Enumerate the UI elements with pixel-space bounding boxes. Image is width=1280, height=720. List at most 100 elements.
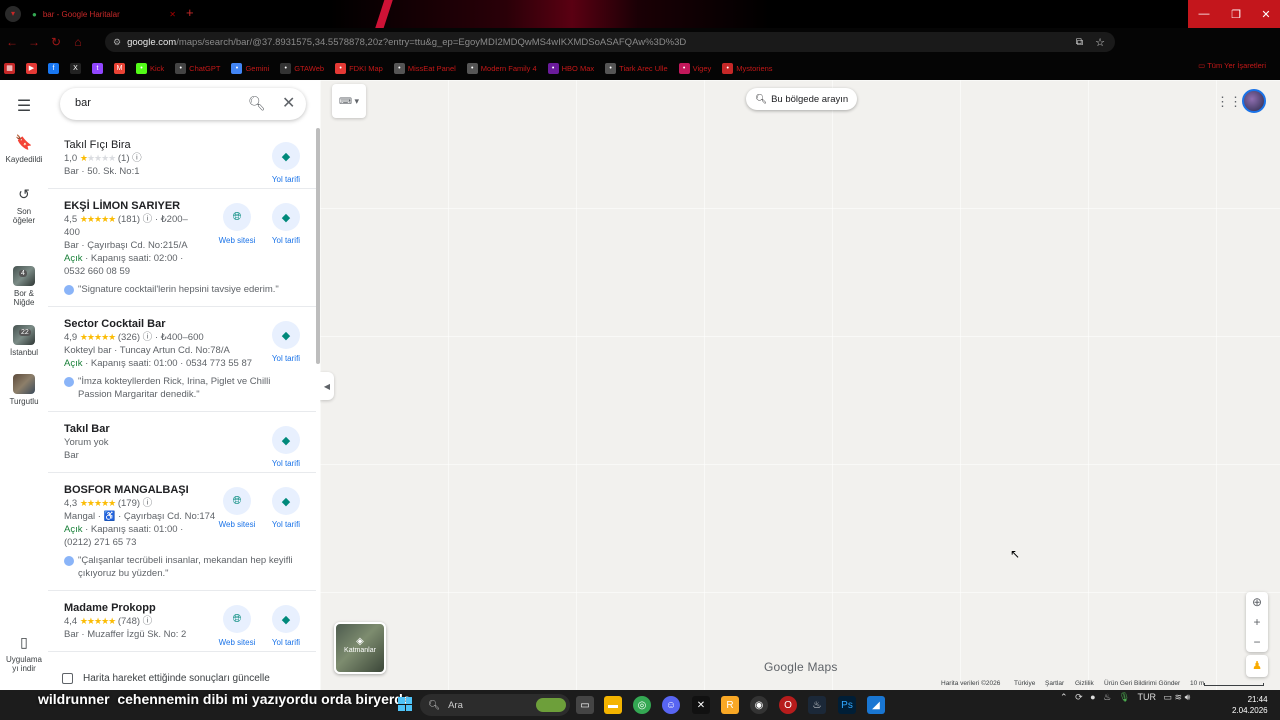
gmail-icon[interactable]: M [114,62,125,74]
bookmark-item[interactable]: • Vigey [678,62,711,74]
bookmark-item[interactable]: • Gemini [231,62,269,74]
photoshop-icon[interactable]: Ps [838,696,856,714]
tray-mic-icon[interactable]: 🎙︎ [1119,692,1130,702]
new-tab-button[interactable]: + [186,5,194,20]
website-button[interactable]: 🌐︎ Web sitesi [215,203,259,245]
terminal-icon[interactable]: ✕ [692,696,710,714]
facebook-icon[interactable]: f [48,62,59,74]
recent-button[interactable]: ↺ Son öğeler [0,186,48,225]
zoom-in-button[interactable]: + [1246,612,1268,632]
directions-button[interactable]: ◆ Yol tarifi [264,426,308,468]
result-item[interactable]: Sector Cocktail Bar 4,9 ★★★★★ (326) ⓘ · ₺… [48,307,316,412]
tray-steam-icon[interactable]: ♨ [1103,692,1111,702]
saved-button[interactable]: 🔖 Kaydedildi [0,134,48,164]
bookmark-item[interactable]: • FDKI Map [335,62,383,74]
discord-icon[interactable]: ☺ [662,696,680,714]
info-icon[interactable]: ⓘ [143,616,153,627]
recent-place-turgutlu[interactable]: Turgutlu [0,374,48,406]
steam-icon[interactable]: ♨ [808,696,826,714]
apps-grid-icon[interactable]: ▦ [4,62,15,74]
avatar[interactable] [1242,89,1266,113]
bookmark-star-icon[interactable]: ☆ [1095,36,1105,49]
directions-button[interactable]: ◆ Yol tarifi [264,605,308,647]
website-button[interactable]: 🌐︎ Web sitesi [215,487,259,529]
install-app-icon[interactable]: ⧉ [1076,37,1083,48]
recent-place-bor-nigde[interactable]: 4 Bor & Niğde [0,266,48,307]
result-item[interactable]: Madame Prokopp 4,4 ★★★★★ (748) ⓘ Bar · Muz… [48,591,316,652]
close-window-button[interactable]: ✕ [1252,0,1280,28]
result-item[interactable]: EKŞİ LİMON SARIYER 4,5 ★★★★★ (181) ⓘ · ₺2… [48,189,316,307]
twitch-icon[interactable]: t [92,62,103,74]
privacy-link[interactable]: Gizlilik [1075,680,1094,687]
app-icon-1[interactable]: ◉ [750,696,768,714]
info-icon[interactable]: ⓘ [132,153,142,164]
search-this-area-button[interactable]: 🔍︎ Bu bölgede arayın [746,88,858,110]
app-icon-2[interactable]: ◢ [867,696,885,714]
map-canvas[interactable]: ◀ ⌨ ▾ 🔍︎ Bu bölgede arayın ⋮⋮⋮ ◈ Katmanl… [320,80,1280,690]
opera-icon[interactable]: O [779,696,797,714]
taskbar-clock[interactable]: 21:44 2.04.2026 [1232,694,1268,716]
collapse-panel-button[interactable]: ◀ [320,372,334,400]
search-input[interactable]: bar [75,97,91,109]
tab-close-icon[interactable]: ✕ [169,10,176,19]
tray-chevron-icon[interactable]: ⌃ [1060,692,1068,702]
tray-app-icon[interactable]: ● [1090,692,1095,702]
bookmark-item[interactable]: • HBO Max [547,62,594,74]
maximize-button[interactable]: ❐ [1220,0,1252,28]
tab-search-icon[interactable]: ▾ [5,6,21,22]
feedback-link[interactable]: Ürün Geri Bildirimi Gönder [1104,680,1180,687]
info-icon[interactable]: ⓘ [143,332,153,343]
bookmark-item[interactable]: • Modern Family 4 [466,62,537,74]
directions-button[interactable]: ◆ Yol tarifi [264,203,308,245]
directions-button[interactable]: ◆ Yol tarifi [264,487,308,529]
tray-network-icon[interactable]: ⟳ [1075,692,1083,702]
info-icon[interactable]: ⓘ [143,498,153,509]
language-indicator[interactable]: TUR [1137,692,1156,702]
tray-volume-icon[interactable]: 🔊︎ [1185,692,1191,702]
tray-wifi-icon[interactable]: ≋ [1175,692,1183,702]
bookmark-item[interactable]: • Tiark Arec Ulle [605,62,668,74]
zoom-out-button[interactable]: − [1246,632,1268,652]
home-button[interactable]: ⌂ [68,32,88,52]
my-location-button[interactable]: ⊕ [1246,592,1268,612]
url-field[interactable]: ⚙ google.com/maps/search/bar/@37.8931575… [105,32,1115,52]
back-button[interactable]: ← [2,32,22,52]
file-explorer-icon[interactable]: ▬ [604,696,622,714]
task-view-icon[interactable]: ▭ [576,696,594,714]
website-button[interactable]: 🌐︎ Web sitesi [215,605,259,647]
search-icon[interactable]: 🔍︎ [248,95,266,112]
info-icon[interactable]: ⓘ [143,214,153,225]
reload-button[interactable]: ↻ [46,32,66,52]
result-item[interactable]: Takıl Bar Yorum yok Bar ◆ Yol tarifi [48,412,316,473]
update-results-option[interactable]: Harita hareket ettiğinde sonuçları günce… [48,666,320,690]
directions-button[interactable]: ◆ Yol tarifi [264,321,308,363]
close-icon[interactable]: ✕ [282,93,295,113]
layers-button[interactable]: ◈ Katmanlar [334,622,386,674]
forward-button[interactable]: → [24,32,44,52]
taskbar-search[interactable]: 🔍︎ Ara [420,694,570,716]
all-bookmarks-link[interactable]: ▭ Tüm Yer İşaretleri [1198,61,1266,70]
update-results-checkbox[interactable] [62,672,73,684]
street-view-pegman-icon[interactable]: ♟ [1246,655,1268,677]
directions-button[interactable]: ◆ Yol tarifi [264,142,308,184]
x-icon[interactable]: X [70,62,81,74]
search-box[interactable]: bar 🔍︎ ✕ [60,88,306,120]
get-app-button[interactable]: ▯ Uygulama yı indir [0,634,48,673]
bookmark-item[interactable]: • MissEat Panel [393,62,456,74]
region-link[interactable]: Türkiye [1014,680,1035,687]
recent-place-istanbul[interactable]: 22 İstanbul [0,325,48,357]
rockstar-icon[interactable]: R [721,696,739,714]
input-tools-button[interactable]: ⌨ ▾ [332,84,366,118]
windows-start-icon[interactable] [398,697,412,711]
terms-link[interactable]: Şartlar [1045,680,1064,687]
minimize-button[interactable]: — [1188,0,1220,28]
main-menu-button[interactable]: ☰ [0,96,48,120]
active-tab[interactable]: ● bar - Google Haritalar ✕ [22,2,182,26]
bookmark-item[interactable]: • GTAWeb [280,62,324,74]
bookmark-item[interactable]: • Kick [136,62,164,74]
site-info-icon[interactable]: ⚙ [113,37,121,48]
bookmark-item[interactable]: • ChatGPT [175,62,220,74]
result-item[interactable]: Takıl Fıçı Bira 1,0 ★★★★★ (1) ⓘ Bar · 50. … [48,128,316,189]
tray-display-icon[interactable]: ▭ [1163,692,1172,702]
youtube-icon[interactable]: ▶ [26,62,37,74]
